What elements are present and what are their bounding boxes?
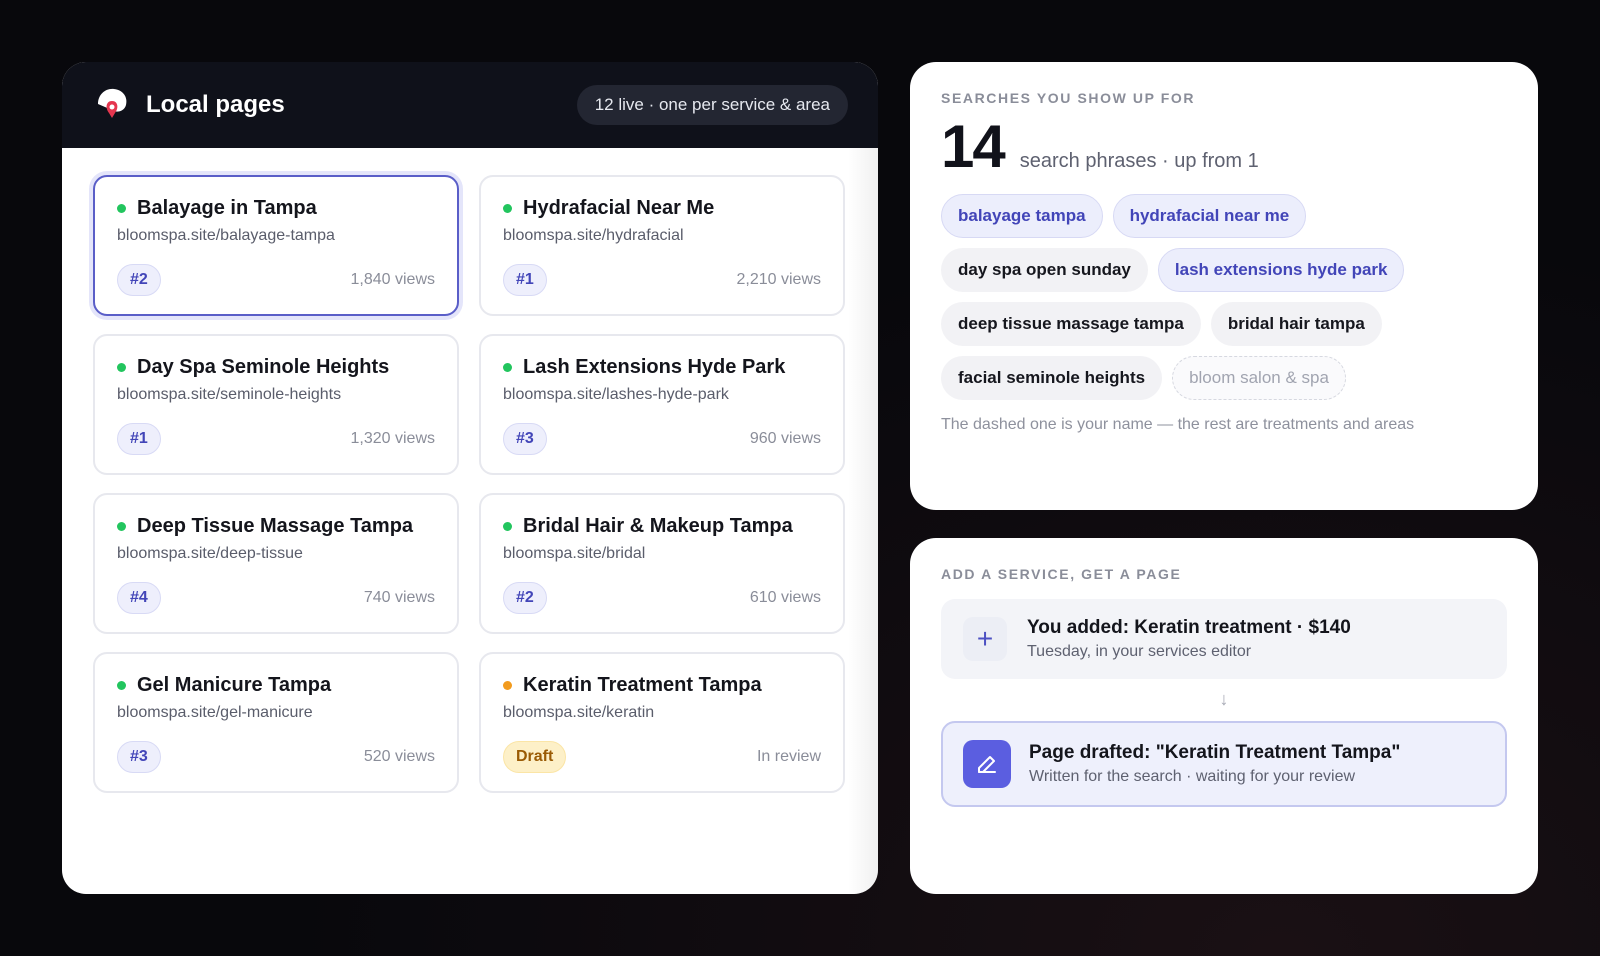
page-card-keratin[interactable]: Keratin Treatment Tampa bloomspa.site/ke… xyxy=(479,652,845,793)
page-card-deep-tissue[interactable]: Deep Tissue Massage Tampa bloomspa.site/… xyxy=(93,493,459,634)
page-card-url: bloomspa.site/seminole-heights xyxy=(117,386,342,403)
live-count-pill: 12 live · one per service & area xyxy=(576,85,848,125)
page-card-hydrafacial[interactable]: Hydrafacial Near Me bloomspa.site/hydraf… xyxy=(479,175,845,316)
live-status-dot xyxy=(503,363,512,372)
rank-badge: #3 xyxy=(117,741,161,773)
page-card-lashes-hyde-park[interactable]: Lash Extensions Hyde Park bloomspa.site/… xyxy=(479,334,845,475)
page-card-balayage-tampa[interactable]: Balayage in Tampa bloomspa.site/balayage… xyxy=(93,175,459,316)
page-card-title: Hydrafacial Near Me xyxy=(523,197,715,219)
local-pages-panel: Local pages 12 live · one per service & … xyxy=(62,62,878,894)
page-card-bridal[interactable]: Bridal Hair & Makeup Tampa bloomspa.site… xyxy=(479,493,845,634)
review-status: In review xyxy=(756,748,821,765)
page-card-url: bloomspa.site/bridal xyxy=(503,545,646,562)
page-views: 520 views xyxy=(363,748,435,765)
search-chip[interactable]: deep tissue massage tampa xyxy=(941,302,1201,346)
draft-badge: Draft xyxy=(503,741,567,773)
page-card-url: bloomspa.site/balayage-tampa xyxy=(117,227,335,244)
search-chip[interactable]: balayage tampa xyxy=(941,194,1103,238)
pencil-icon xyxy=(963,740,1011,788)
live-status-dot xyxy=(503,204,512,213)
page-card-title: Gel Manicure Tampa xyxy=(137,674,332,696)
rank-badge: #2 xyxy=(503,582,547,614)
search-chip[interactable]: day spa open sunday xyxy=(941,248,1148,292)
draft-status-dot xyxy=(503,681,512,690)
page-card-url: bloomspa.site/keratin xyxy=(503,704,655,721)
panel-title: Local pages xyxy=(146,91,285,118)
page-card-url: bloomspa.site/hydrafacial xyxy=(503,227,684,244)
rank-badge: #1 xyxy=(503,264,547,296)
page-views: 960 views xyxy=(749,430,821,447)
location-pin-icon xyxy=(92,85,132,125)
service-added-event[interactable]: + You added: Keratin treatment · $140 Tu… xyxy=(941,599,1507,679)
rank-badge: #1 xyxy=(117,423,161,455)
live-status-dot xyxy=(117,522,126,531)
search-phrase-chips: balayage tampa hydrafacial near me day s… xyxy=(941,194,1501,400)
searches-eyebrow: Searches you show up for xyxy=(941,90,1196,106)
local-pages-header: Local pages 12 live · one per service & … xyxy=(62,62,878,148)
page-drafted-title: Page drafted: "Keratin Treatment Tampa" xyxy=(1029,742,1401,763)
page-drafted-subtitle: Written for the search · waiting for you… xyxy=(1029,768,1356,785)
page-card-seminole-heights[interactable]: Day Spa Seminole Heights bloomspa.site/s… xyxy=(93,334,459,475)
rank-badge: #4 xyxy=(117,582,161,614)
arrow-down-icon: ↓ xyxy=(1219,689,1229,709)
page-views: 740 views xyxy=(363,589,435,606)
rank-badge: #3 xyxy=(503,423,547,455)
search-phrase-count-label: search phrases · up from 1 xyxy=(1019,150,1259,172)
live-status-dot xyxy=(117,204,126,213)
rank-badge: #2 xyxy=(117,264,161,296)
stage: Local pages 12 live · one per service & … xyxy=(0,0,1600,956)
page-card-title: Deep Tissue Massage Tampa xyxy=(137,515,414,537)
page-drafted-event[interactable]: Page drafted: "Keratin Treatment Tampa" … xyxy=(941,721,1507,807)
chips-legend-note: The dashed one is your name — the rest a… xyxy=(941,416,1415,433)
service-added-title: You added: Keratin treatment · $140 xyxy=(1027,617,1351,638)
service-eyebrow: Add a service, get a page xyxy=(941,566,1182,582)
page-views: 1,320 views xyxy=(350,430,436,447)
search-phrase-count: 14 xyxy=(941,113,1006,180)
searches-panel: Searches you show up for 14 search phras… xyxy=(910,62,1538,510)
page-card-title: Lash Extensions Hyde Park xyxy=(523,356,786,378)
page-card-title: Day Spa Seminole Heights xyxy=(137,356,390,378)
page-card-url: bloomspa.site/deep-tissue xyxy=(117,545,303,562)
live-status-dot xyxy=(117,681,126,690)
live-status-dot xyxy=(117,363,126,372)
page-views: 2,210 views xyxy=(736,271,822,288)
page-views: 1,840 views xyxy=(350,271,436,288)
page-card-title: Keratin Treatment Tampa xyxy=(523,674,762,696)
search-chip[interactable]: facial seminole heights xyxy=(941,356,1163,400)
plus-icon: + xyxy=(963,617,1007,661)
page-card-title: Balayage in Tampa xyxy=(137,197,317,219)
page-card-url: bloomspa.site/lashes-hyde-park xyxy=(503,386,729,403)
page-card-url: bloomspa.site/gel-manicure xyxy=(117,704,313,721)
page-card-title: Bridal Hair & Makeup Tampa xyxy=(523,515,793,537)
add-service-panel: Add a service, get a page + You added: K… xyxy=(910,538,1538,894)
search-chip[interactable]: bridal hair tampa xyxy=(1210,302,1382,346)
page-card-grid: Balayage in Tampa bloomspa.site/balayage… xyxy=(62,148,878,894)
page-card-gel-manicure[interactable]: Gel Manicure Tampa bloomspa.site/gel-man… xyxy=(93,652,459,793)
page-views: 610 views xyxy=(749,589,821,606)
search-chip[interactable]: lash extensions hyde park xyxy=(1157,248,1405,292)
live-status-dot xyxy=(503,522,512,531)
search-chip[interactable]: hydrafacial near me xyxy=(1112,194,1307,238)
brand-name-chip[interactable]: bloom salon & spa xyxy=(1172,356,1346,400)
service-added-subtitle: Tuesday, in your services editor xyxy=(1027,643,1252,660)
